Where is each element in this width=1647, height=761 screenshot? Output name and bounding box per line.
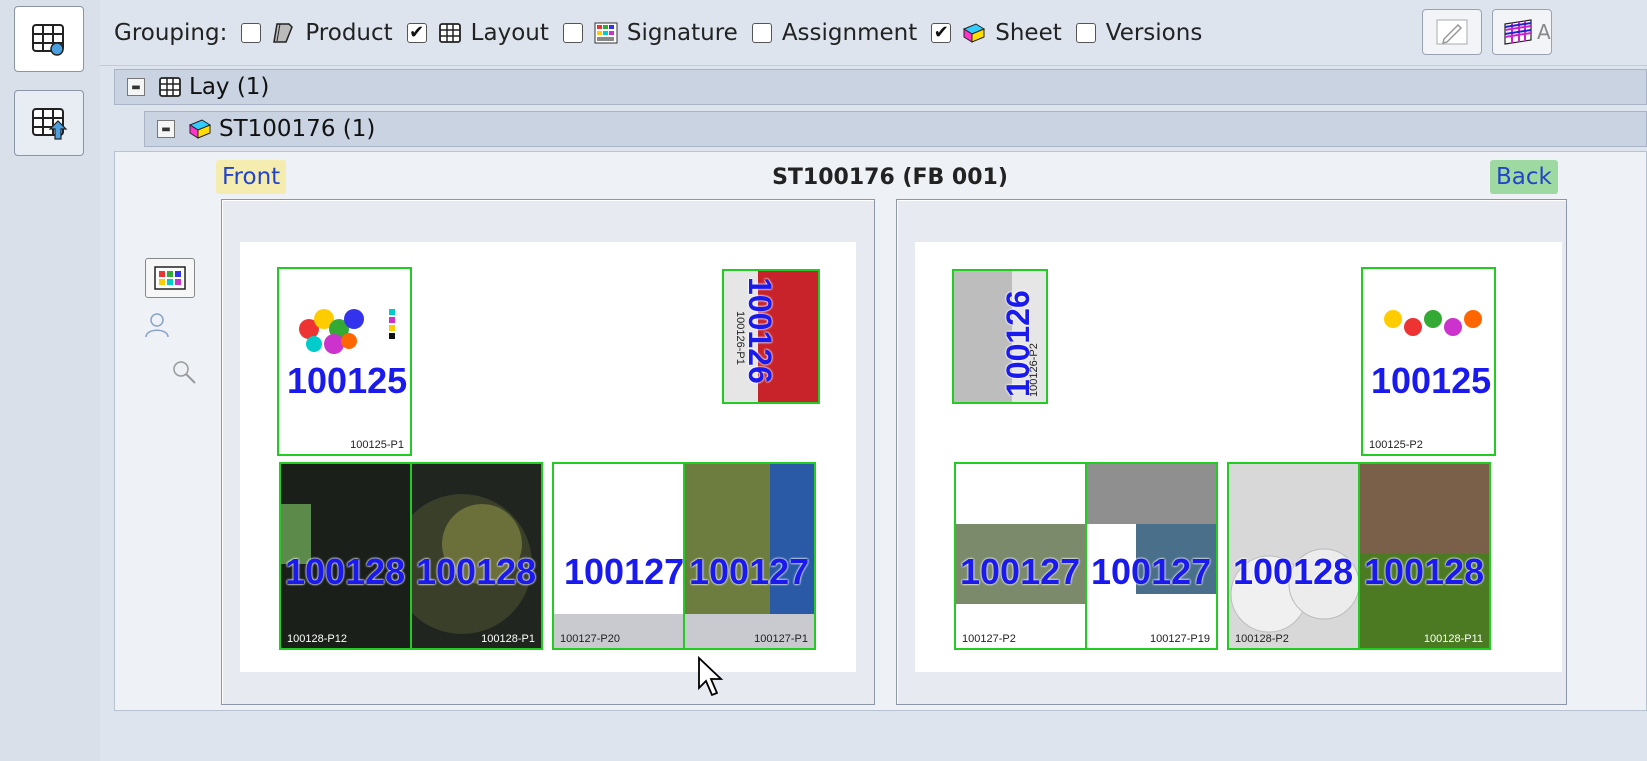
page-label: 100128-P11 [1423,633,1483,645]
front-sheet[interactable]: 100125 100125-P1 100126 100126-P1 100128… [221,199,875,705]
sheet-export-button[interactable] [14,90,84,156]
grouping-label: Grouping: [114,19,228,46]
page-number: 100127 [960,551,1081,592]
color-cubes-graphic [1384,310,1482,336]
page-number: 100126 [742,277,778,384]
signature-icon [594,22,618,43]
versions-label: Versions [1105,19,1203,46]
left-tool-strip [0,0,100,761]
front-page-100126[interactable]: 100126 100126-P1 [722,269,820,404]
assignment-checkbox[interactable] [751,22,772,43]
page-label: 100128-P2 [1235,633,1289,645]
page-number: 100127 [689,551,810,592]
draw-tool-button[interactable] [1422,9,1482,55]
back-page-100128-p11[interactable]: 100128 100128-P11 [1358,462,1491,650]
page-number: 100128 [285,551,406,592]
page-number: 100128 [416,551,537,592]
sheet-color-button[interactable] [145,258,195,298]
sheet-view-icon [32,24,64,56]
grouping-assignment[interactable]: Assignment [751,19,918,46]
signature-label: Signature [626,19,738,46]
signature-checkbox[interactable] [562,22,583,43]
pencil-icon [1436,19,1468,45]
page-label: 100127-P2 [962,633,1016,645]
sheet-checkbox[interactable]: ✔ [931,22,952,43]
grouping-product[interactable]: Product [241,19,393,46]
page-number: 100125 [287,360,408,401]
impose-window: Grouping: Product ✔ Layout Signature Ass… [0,0,1647,761]
product-label: Product [305,19,393,46]
page-number: 100127 [564,551,685,592]
page-label: 100125-P1 [350,439,404,451]
sheet-view-button[interactable] [14,6,84,72]
grouping-layout[interactable]: ✔ Layout [406,19,549,46]
zoom-icon[interactable] [170,358,198,390]
collapse-icon[interactable]: ▬ [157,120,175,138]
user-icon[interactable] [142,310,172,344]
back-sheet[interactable]: 100126 100126-P2 100125 100125-P2 100127… [896,199,1567,705]
color-cubes-graphic [299,309,395,354]
page-label: 100125-P2 [1369,439,1423,451]
collapse-icon[interactable]: ▬ [127,78,145,96]
page-label: 100127-P19 [1150,633,1210,645]
sheet-icon [188,119,212,139]
page-label: 100127-P1 [754,633,808,645]
sheet-label: Sheet [995,19,1062,46]
sheet-title: ST100176 (FB 001) [772,164,1008,190]
front-page-100127-p20[interactable]: 100127 100127-P20 [552,462,685,650]
page-label: 100127-P20 [560,633,620,645]
front-paper: 100125 100125-P1 100126 100126-P1 100128… [240,242,856,672]
truncated-button-label: A [1537,20,1551,44]
layout-checkbox[interactable]: ✔ [406,22,427,43]
photo-tile [1087,464,1216,524]
front-page-100128-p1[interactable]: 100128 100128-P1 [410,462,543,650]
mouse-cursor-icon [698,656,724,697]
color-grid-button[interactable]: A [1492,9,1552,55]
sunset-sky [1360,464,1489,554]
sheet-icon [963,22,986,43]
page-label: 100128-P12 [287,633,347,645]
grouping-versions[interactable]: Versions [1075,19,1203,46]
sheet-color-icon [154,266,186,290]
assignment-label: Assignment [781,19,918,46]
tree-row-label: Lay (1) [189,74,270,100]
page-label: 100126-P1 [734,311,746,365]
page-number: 100128 [1233,551,1354,592]
back-tag[interactable]: Back [1490,160,1558,194]
color-grid-icon [1504,19,1532,45]
product-icon [273,22,294,43]
sheet-export-icon [32,108,68,140]
front-tag[interactable]: Front [216,160,287,194]
front-page-100128-p12[interactable]: 100128 100128-P12 [279,462,412,650]
layout-label: Layout [470,19,549,46]
front-page-100127-p1[interactable]: 100127 100127-P1 [683,462,816,650]
versions-checkbox[interactable] [1075,22,1096,43]
back-page-100127-p19[interactable]: 100127 100127-P19 [1085,462,1218,650]
layout-icon [438,22,461,43]
page-number: 100125 [1371,360,1492,401]
tree-row-sheet[interactable]: ▬ ST100176 (1) [144,111,1647,147]
back-page-100128-p2[interactable]: 100128 100128-P2 [1227,462,1360,650]
tree-row-layout[interactable]: ▬ Lay (1) [114,69,1647,105]
page-label: 100128-P1 [481,633,535,645]
tree-row-label: ST100176 (1) [219,116,376,142]
back-page-100125[interactable]: 100125 100125-P2 [1361,267,1496,456]
back-page-100126[interactable]: 100126 100126-P2 [952,269,1048,404]
page-label: 100126-P2 [1028,343,1040,397]
back-paper: 100126 100126-P2 100125 100125-P2 100127… [915,242,1562,672]
back-page-100127-p2[interactable]: 100127 100127-P2 [954,462,1087,650]
front-page-100125[interactable]: 100125 100125-P1 [277,267,412,456]
layout-icon [159,77,181,97]
page-number: 100127 [1091,551,1212,592]
grouping-sheet[interactable]: ✔ Sheet [931,20,1062,46]
product-checkbox[interactable] [241,22,262,43]
page-number: 100128 [1364,551,1485,592]
grouping-signature[interactable]: Signature [562,19,738,46]
grouping-toolbar: Grouping: Product ✔ Layout Signature Ass… [100,0,1647,66]
